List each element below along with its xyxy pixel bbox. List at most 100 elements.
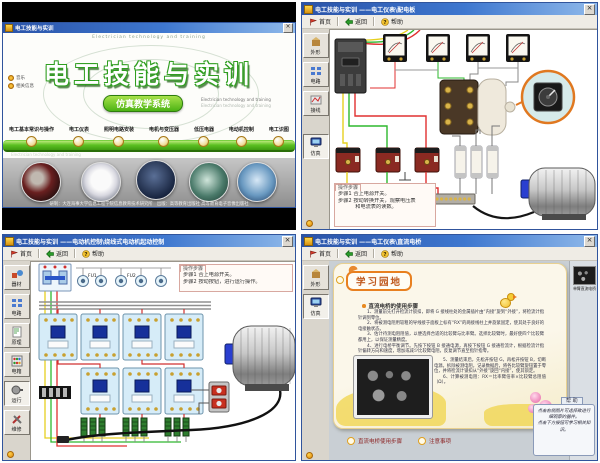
- sidebar-item-circuit[interactable]: 电路: [4, 294, 30, 319]
- sidebar-item-circuit[interactable]: 电路: [303, 62, 329, 87]
- terminal-strip[interactable]: [433, 194, 475, 204]
- toolbar: 首页 返回 ? 帮助: [3, 247, 295, 261]
- sidebar-item-panel[interactable]: 电箱: [4, 352, 30, 377]
- pushbutton-station[interactable]: [209, 382, 229, 412]
- help-button[interactable]: ? 帮助: [78, 248, 108, 259]
- music-toggle[interactable]: 音乐: [8, 75, 34, 81]
- circuit-icon: [309, 65, 323, 77]
- sidebar-item-simulation[interactable]: 仿真: [303, 134, 329, 159]
- menu-dot-icon[interactable]: [26, 136, 37, 147]
- window-title: 电工技能与实训 ——电工仪表\直流电桥: [315, 237, 582, 246]
- current-transformers[interactable]: [336, 148, 439, 172]
- box-icon: [309, 268, 323, 280]
- app-icon: [5, 24, 13, 32]
- steps-tab: 操作步骤: [335, 184, 361, 191]
- info-link[interactable]: 相关信息: [8, 83, 34, 89]
- bullet-icon: [362, 304, 366, 308]
- toolbar-separator: [373, 17, 375, 26]
- cautions-button[interactable]: 注意事项: [418, 437, 451, 445]
- title-bar[interactable]: 电工技能与实训 ×: [3, 23, 295, 33]
- subtitle-en-2: Electrician technology and training: [201, 103, 271, 108]
- photo-band: 研制：大连海事大学信息工程学院信息教育技术研究所 出版：高等教育出版社 高等教育…: [3, 158, 295, 207]
- circuit-breaker[interactable]: [39, 264, 71, 291]
- close-icon[interactable]: ×: [584, 4, 595, 15]
- sim-canvas: FU1 FU2: [30, 261, 296, 461]
- operation-steps-panel: 操作步骤 步骤1 合上电源开关。 步骤2 按动按钮，进行运行操作。: [179, 264, 293, 292]
- rotary-cam-switch[interactable]: [440, 79, 515, 135]
- app-icon: [304, 237, 313, 246]
- sidebar-item-appearance[interactable]: 外形: [303, 265, 329, 290]
- bridge-photo: [354, 356, 432, 418]
- toolbar: 首页 返回 ? 帮助: [302, 15, 597, 29]
- back-button[interactable]: 返回: [341, 16, 371, 27]
- help-button[interactable]: ? 帮助: [377, 16, 407, 27]
- music-icon: [8, 75, 14, 81]
- motor[interactable]: [225, 326, 295, 391]
- music-icon[interactable]: [306, 220, 313, 227]
- circuit-breaker[interactable]: [335, 39, 366, 93]
- motor-sim-window: 电工技能与实训 ——电动机控制\绕线式电动机起动控制 × 首页 返回 ? 帮助: [2, 234, 296, 461]
- steps-tab: 操作步骤: [180, 265, 206, 272]
- home-button[interactable]: 首页: [6, 248, 36, 259]
- help-icon: ?: [82, 250, 90, 258]
- svg-text:?: ?: [84, 252, 87, 258]
- photo-meter: [81, 162, 121, 202]
- sidebar-item-principle[interactable]: 原理: [4, 323, 30, 348]
- ring-decor-icon: [336, 276, 344, 284]
- meter-sim-window: 电工技能与实训 ——电工仪表\配电板 × 首页 返回 ? 帮助: [301, 2, 598, 230]
- cable-connector: [57, 436, 69, 443]
- svg-text:?: ?: [383, 20, 386, 26]
- ring-icon: [418, 437, 426, 445]
- splash-window: 电工技能与实训 × Electrician technology and tra…: [2, 22, 296, 208]
- splash-content: Electrician technology and training 电工技能…: [3, 33, 295, 207]
- bridge-thumbnail[interactable]: [573, 266, 596, 285]
- monitor-icon: [309, 137, 323, 149]
- sidebar-item-wiring[interactable]: 接线: [303, 91, 329, 116]
- sidebar-item-appearance[interactable]: 外形: [303, 33, 329, 58]
- photo-tools: [21, 162, 61, 202]
- fuse-links[interactable]: [455, 146, 498, 178]
- wiring-icon: [309, 94, 323, 106]
- learning-card: 学习园地 直流电桥的使用步骤 1、测量前先打开检流计锁扣，即将 G 接线柱处的金…: [333, 263, 567, 429]
- thumbnail-label: 单臂直流电桥: [570, 286, 598, 292]
- splash-links: 音乐 相关信息: [8, 75, 34, 89]
- music-icon[interactable]: [7, 451, 14, 458]
- sidebar-item-equipment[interactable]: 器材: [4, 265, 30, 290]
- study-window: 电工技能与实训 ——电工仪表\直流电桥 × 首页 返回 ? 帮助: [301, 234, 598, 461]
- close-icon[interactable]: ×: [584, 236, 595, 247]
- panel-meters[interactable]: [383, 34, 530, 62]
- back-button[interactable]: 返回: [42, 248, 72, 259]
- study-steps-block-b: 5、测量结束后，先松开按钮 G，再松开按钮 B，切断电源。拆除被测电阻，记录数据…: [434, 358, 546, 386]
- title-bar[interactable]: 电工技能与实训 ——电工仪表\配电板 ×: [302, 3, 597, 15]
- box-icon: [309, 36, 323, 48]
- bus-bars: [39, 302, 211, 309]
- menu-dot-icon[interactable]: [236, 136, 247, 147]
- english-caption: Electrician technology and training: [3, 35, 295, 40]
- topic-buttons: 直流电桥使用步骤 注意事项: [347, 437, 451, 445]
- close-icon[interactable]: ×: [282, 236, 293, 247]
- sidebar-item-run[interactable]: 运行: [4, 381, 30, 406]
- study-steps-block-a: 1、测量前先打开检流计锁扣，即将 G 接线柱处的金属插片由“内接”旋到“外接”，…: [358, 310, 544, 355]
- sidebar-item-maintenance[interactable]: 维修: [4, 410, 30, 435]
- splash-main-title: 电工技能与实训: [3, 55, 295, 91]
- sidebar: 外形 仿真: [302, 261, 330, 461]
- music-icon[interactable]: [306, 452, 313, 459]
- sidebar-item-simulation[interactable]: 仿真: [303, 294, 329, 319]
- close-icon[interactable]: ×: [283, 23, 293, 33]
- photo-parts: [237, 162, 277, 202]
- title-bar[interactable]: 电工技能与实训 ——电动机控制\绕线式电动机起动控制 ×: [3, 235, 295, 247]
- home-flag-icon: [10, 250, 18, 258]
- title-bar[interactable]: 电工技能与实训 ——电工仪表\直流电桥 ×: [302, 235, 597, 247]
- components-icon: [10, 268, 24, 280]
- home-flag-icon: [309, 250, 317, 258]
- operation-steps-panel: 操作步骤 步骤1 合上电源开关。 步骤2 按动转换开关，观察电压表 和电流表的读…: [334, 183, 436, 227]
- usage-steps-button[interactable]: 直流电桥使用步骤: [347, 437, 402, 445]
- help-button[interactable]: ? 帮助: [377, 248, 407, 259]
- home-button[interactable]: 首页: [305, 248, 335, 259]
- terminal-block[interactable]: [39, 386, 71, 399]
- tools-icon: [10, 413, 24, 425]
- app-icon: [304, 5, 313, 14]
- back-button[interactable]: 返回: [341, 248, 371, 259]
- home-button[interactable]: 首页: [305, 16, 335, 27]
- window: 电工技能与实训 ——电工仪表\直流电桥 × 首页 返回 ? 帮助: [301, 234, 598, 461]
